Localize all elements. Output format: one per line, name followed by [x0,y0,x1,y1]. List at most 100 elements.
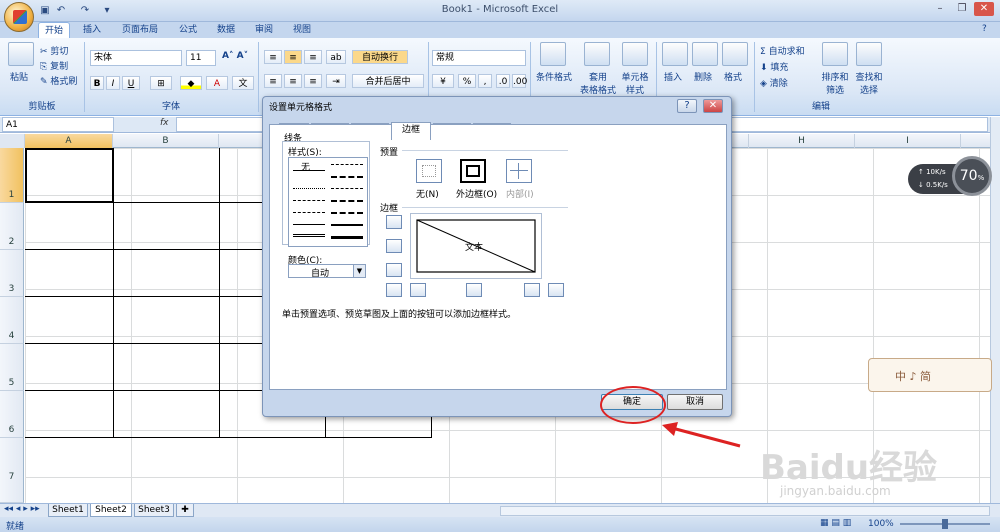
line-style-option[interactable] [331,212,363,214]
find-select-icon[interactable] [856,42,882,66]
ime-toolbar[interactable]: 中 ♪ 简 [868,358,992,392]
format-painter-button[interactable]: ✎ 格式刷 [40,74,77,87]
cell-styles-label[interactable]: 单元格 样式 [618,70,652,96]
underline-button[interactable]: U [122,76,140,90]
autosum-button[interactable]: Σ 自动求和 [760,44,805,57]
format-as-table-icon[interactable] [584,42,610,66]
paste-label[interactable]: 粘贴 [10,70,28,83]
border-middle-icon[interactable] [386,239,402,253]
bold-button[interactable]: B [90,76,104,90]
format-as-table-label[interactable]: 套用 表格格式 [576,70,620,96]
cell-styles-icon[interactable] [622,42,648,66]
copy-button[interactable]: ⎘ 复制 [40,59,68,72]
font-color-icon[interactable]: A [206,76,228,90]
tab-view[interactable]: 视图 [286,22,318,38]
zoom-slider-thumb[interactable] [942,519,948,529]
line-style-option[interactable] [293,224,325,225]
line-style-option[interactable] [331,224,363,226]
zoom-level[interactable]: 100% [868,519,894,529]
cut-button[interactable]: ✂ 剪切 [40,44,68,57]
tab-page-layout[interactable]: 页面布局 [114,22,166,38]
clear-button[interactable]: ◈ 清除 [760,76,788,89]
comma-icon[interactable]: , [478,74,492,88]
fill-color-icon[interactable]: ◆ [180,76,202,90]
horizontal-scrollbar[interactable] [500,506,990,516]
line-style-option[interactable] [293,234,325,237]
col-header-h[interactable]: H [749,134,855,148]
line-style-list[interactable]: 无 [288,157,368,247]
phonetic-icon[interactable]: 文 [232,76,254,90]
increase-decimal-icon[interactable]: .0 [496,74,510,88]
view-buttons-icon[interactable]: ▦ ▤ ▥ [820,518,851,528]
merge-center-button[interactable]: 合并后居中 [352,74,424,88]
line-style-option[interactable] [331,188,363,189]
percent-button[interactable]: % [458,74,476,88]
font-size-select[interactable]: 11 [186,50,216,66]
close-icon[interactable]: ✕ [974,2,994,16]
wrap-text-button[interactable]: 自动换行 [352,50,408,64]
row-header-1[interactable]: 1 [0,148,24,203]
grow-font-icon[interactable]: A˄ A˅ [222,51,248,61]
border-center-icon[interactable] [466,283,482,297]
row-header-7[interactable]: 7 [0,438,24,503]
tab-formulas[interactable]: 公式 [172,22,204,38]
sheet-tab-1[interactable]: Sheet1 [48,504,88,517]
decrease-decimal-icon[interactable]: .00 [512,74,527,88]
row-header-3[interactable]: 3 [0,250,24,297]
insert-function-icon[interactable]: fx [160,118,169,128]
orientation-icon[interactable]: ab [326,50,346,64]
sheet-nav-icon[interactable]: ◂◂ ◂ ▸ ▸▸ [4,504,40,514]
align-bottom-icon[interactable]: ≡ [304,50,322,64]
delete-cells-label[interactable]: 删除 [694,70,712,83]
col-header-a[interactable]: A [25,134,113,148]
select-all-corner[interactable] [0,134,25,148]
row-header-6[interactable]: 6 [0,391,24,438]
line-style-option[interactable] [293,188,325,189]
dialog-help-icon[interactable]: ? [677,99,697,113]
active-cell[interactable] [25,148,114,203]
font-name-select[interactable]: 宋体 [90,50,182,66]
currency-icon[interactable]: ¥ [432,74,454,88]
sort-filter-label[interactable]: 排序和 筛选 [818,70,852,96]
align-center-icon[interactable]: ≡ [284,74,302,88]
conditional-format-icon[interactable] [540,42,566,66]
sort-filter-icon[interactable] [822,42,848,66]
align-middle-icon[interactable]: ≡ [284,50,302,64]
sheet-tab-2[interactable]: Sheet2 [90,504,132,517]
delete-cells-icon[interactable] [692,42,718,66]
border-bottom-icon[interactable] [386,263,402,277]
preset-outline-icon[interactable] [460,159,486,183]
border-top-icon[interactable] [386,215,402,229]
dropdown-arrow-icon[interactable]: ▼ [353,265,365,277]
line-style-option[interactable] [293,170,325,171]
row-header-4[interactable]: 4 [0,297,24,344]
border-left-icon[interactable] [410,283,426,297]
color-select[interactable]: 自动 ▼ [288,264,366,279]
help-icon[interactable]: ? [982,24,994,36]
tab-home[interactable]: 开始 [38,22,70,38]
tab-review[interactable]: 审阅 [248,22,280,38]
dialog-close-icon[interactable]: ✕ [703,99,723,113]
line-style-option[interactable] [293,212,325,213]
row-header-2[interactable]: 2 [0,203,24,250]
find-select-label[interactable]: 查找和 选择 [852,70,886,96]
line-style-none[interactable]: 无 [301,160,310,173]
preset-none-icon[interactable] [416,159,442,183]
col-header-i[interactable]: I [855,134,961,148]
format-cells-label[interactable]: 格式 [724,70,742,83]
insert-cells-icon[interactable] [662,42,688,66]
line-style-option[interactable] [331,176,363,178]
sheet-tab-3[interactable]: Sheet3 [134,504,174,517]
insert-sheet-icon[interactable]: ✚ [176,504,194,517]
align-top-icon[interactable]: ≡ [264,50,282,64]
align-right-icon[interactable]: ≡ [304,74,322,88]
minimize-icon[interactable]: – [930,2,950,16]
office-button[interactable] [4,2,34,32]
dialog-tab-border[interactable]: 边框 [391,122,431,140]
line-style-option[interactable] [331,200,363,202]
paste-icon[interactable] [8,42,34,66]
italic-button[interactable]: I [106,76,120,90]
row-header-5[interactable]: 5 [0,344,24,391]
line-style-option[interactable] [293,200,325,201]
number-format-select[interactable]: 常规 [432,50,526,66]
